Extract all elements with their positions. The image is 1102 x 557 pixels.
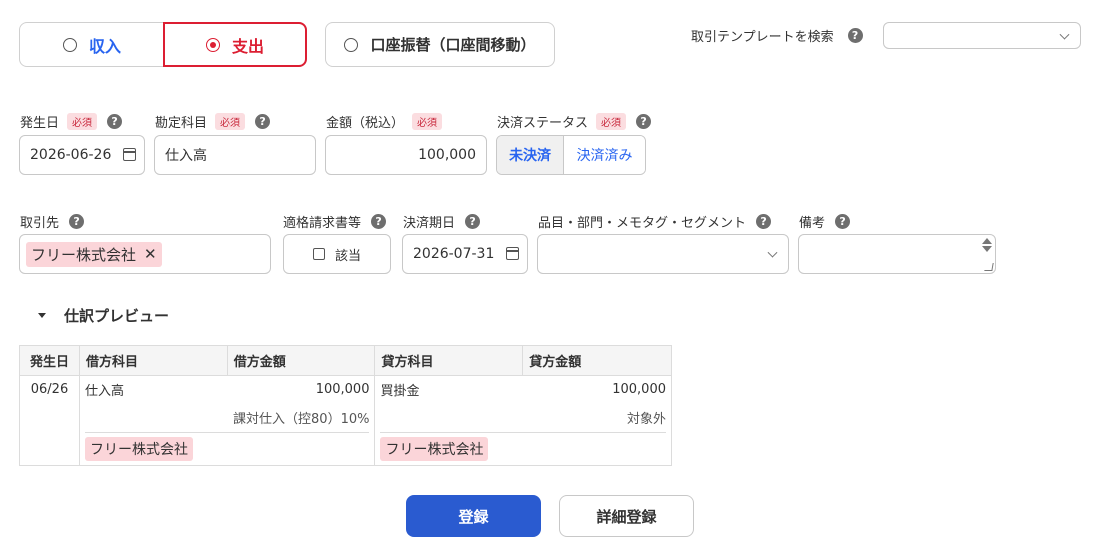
radio-icon bbox=[344, 37, 359, 52]
amount-label-row: 金額（税込） 必須 bbox=[326, 112, 443, 131]
items-label: 品目・部門・メモタグ・セグメント bbox=[538, 216, 747, 231]
invoice-checkbox-field[interactable]: 該当 bbox=[283, 234, 391, 274]
due-date-label: 決済期日 bbox=[403, 216, 456, 231]
transfer-option[interactable]: 口座振替（口座間移動） bbox=[325, 22, 555, 67]
credit-tag-line: フリー株式会社 bbox=[380, 432, 666, 465]
amount-input[interactable]: 100,000 bbox=[325, 135, 487, 175]
register-button[interactable]: 登録 bbox=[406, 495, 541, 537]
header-debit-amount: 借方金額 bbox=[226, 345, 376, 376]
partner-tag: フリー株式会社 ✕ bbox=[26, 241, 162, 267]
account-label: 勘定科目 bbox=[155, 116, 208, 131]
debit-amount: 100,000 bbox=[315, 381, 370, 397]
required-badge: 必須 bbox=[412, 113, 443, 130]
account-value: 仕入高 bbox=[165, 148, 207, 164]
help-icon[interactable]: ? bbox=[371, 214, 387, 229]
header-date: 発生日 bbox=[19, 345, 80, 376]
debit-cell: 仕入高 100,000 課対仕入（控80）10% フリー株式会社 bbox=[78, 375, 376, 466]
help-icon[interactable]: ? bbox=[636, 114, 652, 129]
income-option[interactable]: 収入 bbox=[19, 22, 165, 67]
help-icon[interactable]: ? bbox=[835, 214, 851, 229]
invoice-label-row: 適格請求書等 ? bbox=[283, 212, 387, 231]
amount-value: 100,000 bbox=[418, 147, 476, 163]
resize-handle-icon[interactable] bbox=[984, 263, 994, 271]
amount-label: 金額（税込） bbox=[326, 116, 405, 131]
date-input[interactable]: 2026-06-26 bbox=[19, 135, 145, 175]
preview-toggle[interactable]: 仕訳プレビュー bbox=[38, 305, 169, 326]
status-toggle: 未決済 決済済み bbox=[496, 135, 646, 175]
help-icon[interactable]: ? bbox=[107, 114, 123, 129]
debit-tag: フリー株式会社 bbox=[84, 437, 193, 461]
expense-label: 支出 bbox=[231, 36, 264, 56]
credit-tax: 対象外 bbox=[626, 411, 666, 427]
items-label-row: 品目・部門・メモタグ・セグメント ? bbox=[538, 212, 772, 231]
invoice-checkbox-label: 該当 bbox=[334, 248, 361, 264]
due-date-input[interactable]: 2026-07-31 bbox=[402, 234, 528, 274]
help-icon[interactable]: ? bbox=[69, 214, 85, 229]
header-debit-account: 借方科目 bbox=[78, 345, 228, 376]
status-unsettled-option[interactable]: 未決済 bbox=[497, 136, 565, 174]
status-label-row: 決済ステータス 必須 ? bbox=[497, 112, 652, 131]
debit-tax: 課対仕入（控80）10% bbox=[233, 411, 370, 427]
calendar-icon[interactable] bbox=[123, 148, 136, 161]
items-select[interactable] bbox=[537, 234, 789, 274]
calendar-icon[interactable] bbox=[506, 247, 519, 260]
invoice-checkbox[interactable] bbox=[312, 248, 325, 260]
partner-label-row: 取引先 ? bbox=[20, 212, 85, 231]
table-row: 06/26 仕入高 100,000 課対仕入（控80）10% フリー株式会社 買… bbox=[19, 375, 672, 466]
memo-label-row: 備考 ? bbox=[799, 212, 851, 231]
credit-account: 買掛金 bbox=[380, 383, 420, 399]
template-search-label-row: 取引テンプレートを検索 ? bbox=[691, 26, 863, 45]
preview-title: 仕訳プレビュー bbox=[64, 307, 170, 325]
arrow-up-icon bbox=[982, 238, 992, 244]
date-label-row: 発生日 必須 ? bbox=[20, 112, 123, 131]
debit-tag-line: フリー株式会社 bbox=[84, 432, 370, 465]
income-label: 収入 bbox=[88, 36, 121, 56]
transfer-label: 口座振替（口座間移動） bbox=[370, 36, 536, 54]
account-input[interactable]: 仕入高 bbox=[154, 135, 316, 175]
credit-cell: 買掛金 100,000 対象外 フリー株式会社 bbox=[374, 375, 672, 466]
close-icon[interactable]: ✕ bbox=[144, 245, 157, 263]
chevron-down-icon bbox=[767, 247, 778, 258]
journal-preview-table: 発生日 借方科目 借方金額 貸方科目 貸方金額 06/26 仕入高 100,00… bbox=[19, 345, 672, 466]
memo-label: 備考 bbox=[799, 216, 826, 231]
partner-tag-label: フリー株式会社 bbox=[31, 245, 137, 264]
status-label: 決済ステータス bbox=[497, 116, 589, 131]
due-date-label-row: 決済期日 ? bbox=[403, 212, 481, 231]
required-badge: 必須 bbox=[596, 113, 627, 130]
help-icon[interactable]: ? bbox=[756, 214, 772, 229]
partner-input[interactable]: フリー株式会社 ✕ bbox=[19, 234, 271, 274]
help-icon[interactable]: ? bbox=[255, 114, 271, 129]
debit-line: 仕入高 100,000 bbox=[80, 376, 375, 402]
account-label-row: 勘定科目 必須 ? bbox=[155, 112, 271, 131]
required-badge: 必須 bbox=[215, 113, 246, 130]
radio-icon bbox=[62, 37, 77, 52]
memo-textarea[interactable] bbox=[798, 234, 996, 274]
partner-label: 取引先 bbox=[20, 216, 60, 231]
expense-option[interactable]: 支出 bbox=[163, 22, 307, 67]
header-credit-account: 貸方科目 bbox=[374, 345, 524, 376]
help-icon[interactable]: ? bbox=[465, 214, 481, 229]
header-credit-amount: 貸方金額 bbox=[522, 345, 672, 376]
credit-amount: 100,000 bbox=[612, 381, 666, 397]
template-search-select[interactable] bbox=[883, 22, 1081, 49]
caret-down-icon bbox=[38, 313, 46, 318]
debit-account: 仕入高 bbox=[84, 383, 124, 399]
radio-selected-icon bbox=[205, 37, 220, 52]
credit-tag: フリー株式会社 bbox=[380, 437, 489, 461]
table-header-row: 発生日 借方科目 借方金額 貸方科目 貸方金額 bbox=[19, 345, 672, 376]
invoice-label: 適格請求書等 bbox=[283, 216, 362, 231]
due-date-value: 2026-07-31 bbox=[413, 246, 495, 262]
required-badge: 必須 bbox=[67, 113, 98, 130]
arrow-down-icon bbox=[982, 246, 992, 252]
chevron-down-icon bbox=[1059, 29, 1070, 40]
status-settled-option[interactable]: 決済済み bbox=[564, 136, 645, 174]
date-label: 発生日 bbox=[20, 116, 60, 131]
template-search-label: 取引テンプレートを検索 bbox=[691, 30, 834, 45]
credit-line: 買掛金 100,000 bbox=[375, 376, 671, 402]
row-date-cell: 06/26 bbox=[19, 375, 80, 466]
row-date: 06/26 bbox=[30, 381, 69, 397]
help-icon[interactable]: ? bbox=[847, 28, 863, 43]
date-value: 2026-06-26 bbox=[30, 147, 112, 163]
detail-register-button[interactable]: 詳細登録 bbox=[559, 495, 694, 537]
